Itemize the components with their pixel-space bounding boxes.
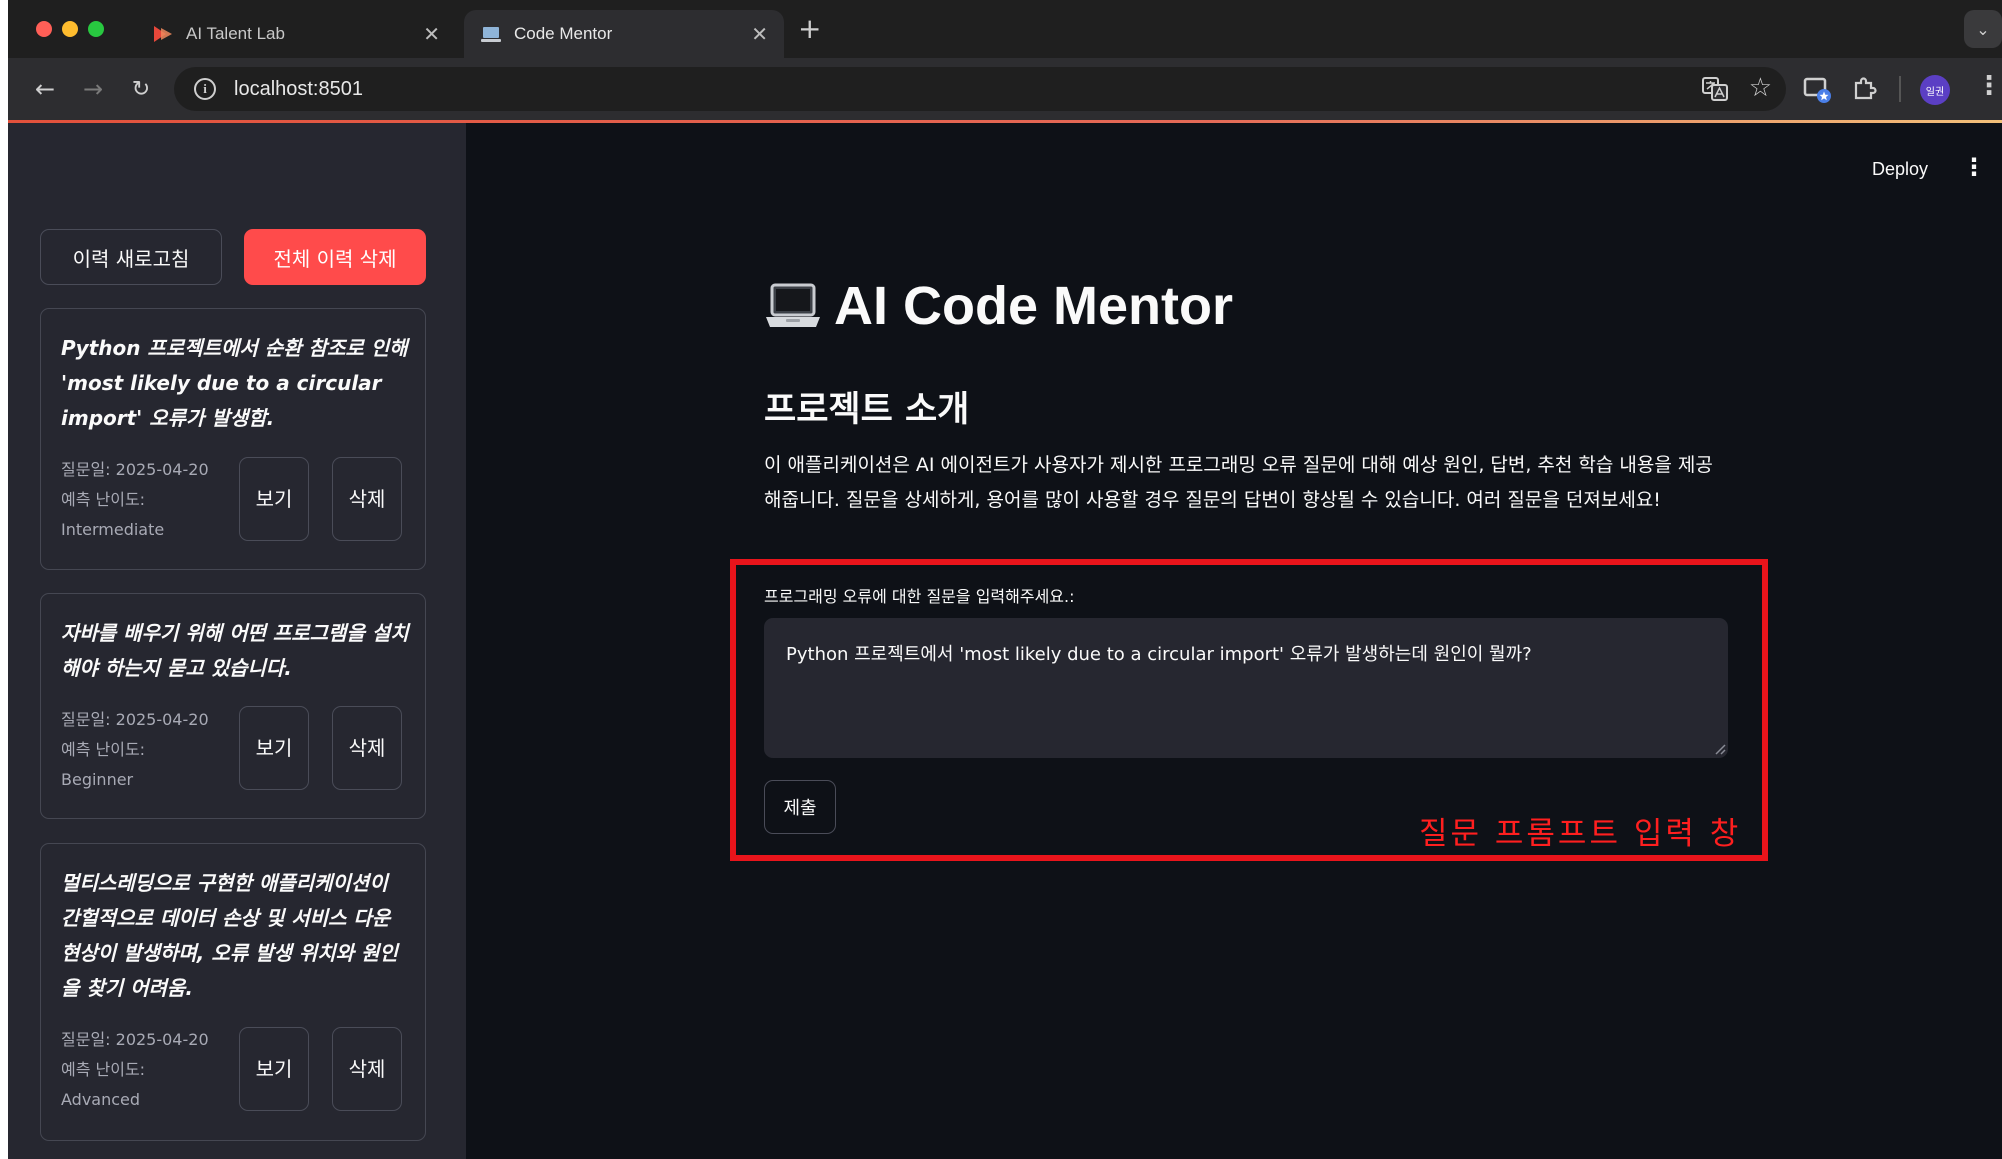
window-minimize-button[interactable]	[62, 21, 78, 37]
history-date: 질문일: 2025-04-20	[61, 710, 209, 729]
extensions-puzzle-icon[interactable]	[1850, 74, 1880, 104]
delete-button[interactable]: 삭제	[332, 1027, 402, 1111]
history-question: 멀티스레딩으로 구현한 애플리케이션이 간헐적으로 데이터 손상 및 서비스 다…	[61, 871, 398, 1000]
history-question: 자바를 배우기 위해 어떤 프로그램을 설치해야 하는지 묻고 있습니다.	[61, 621, 409, 680]
refresh-history-button[interactable]: 이력 새로고침	[40, 229, 222, 285]
intro-paragraph: 이 애플리케이션은 AI 에이전트가 사용자가 제시한 프로그래밍 오류 질문에…	[764, 454, 1713, 511]
laptop-favicon-icon	[481, 27, 501, 42]
history-difficulty-label: 예측 난이도:	[61, 1060, 146, 1079]
delete-all-history-button[interactable]: 전체 이력 삭제	[244, 229, 426, 285]
extension-cast-icon[interactable]	[1802, 74, 1832, 104]
annotation-label: 질문 프롬프트 입력 창	[1419, 816, 1742, 852]
tab-code-mentor[interactable]: Code Mentor ✕	[464, 10, 784, 58]
view-button[interactable]: 보기	[239, 1027, 309, 1111]
window-zoom-button[interactable]	[88, 21, 104, 37]
forward-arrow-icon[interactable]: →	[76, 72, 110, 106]
reload-icon[interactable]: ↻	[124, 72, 158, 106]
history-question: Python 프로젝트에서 순환 참조로 인해 'most likely due…	[61, 336, 408, 430]
back-arrow-icon[interactable]: ←	[28, 72, 62, 106]
view-button[interactable]: 보기	[239, 706, 309, 790]
tab-ai-talent-lab[interactable]: AI Talent Lab ✕	[136, 10, 456, 58]
history-difficulty: Beginner	[61, 770, 134, 789]
site-info-icon[interactable]: i	[194, 78, 216, 100]
browser-window: AI Talent Lab ✕ Code Mentor ✕ + ⌄ ← → ↻ …	[8, 0, 2002, 1159]
tab-strip: AI Talent Lab ✕ Code Mentor ✕ + ⌄	[8, 0, 2002, 58]
history-difficulty-label: 예측 난이도:	[61, 740, 146, 759]
profile-avatar[interactable]: 일권	[1920, 75, 1950, 105]
browser-toolbar: ← → ↻ i localhost:8501 ☆ 일권 ⋮	[8, 58, 2002, 120]
tab-title: AI Talent Lab	[186, 24, 285, 43]
tab-close-icon[interactable]: ✕	[751, 22, 768, 47]
history-meta: 질문일: 2025-04-20 예측 난이도: Advanced	[61, 1025, 221, 1115]
window-close-button[interactable]	[36, 21, 52, 37]
bookmark-star-icon[interactable]: ☆	[1749, 73, 1772, 103]
app-menu-kebab-icon[interactable]: ⋮	[1962, 153, 1986, 181]
browser-menu-kebab-icon[interactable]: ⋮	[1976, 71, 2002, 101]
translate-icon[interactable]	[1702, 77, 1728, 101]
history-meta: 질문일: 2025-04-20 예측 난이도: Beginner	[61, 705, 221, 795]
ai-talent-lab-favicon-icon	[154, 26, 172, 42]
history-difficulty-label: 예측 난이도:	[61, 490, 146, 509]
view-button[interactable]: 보기	[239, 457, 309, 541]
deploy-button[interactable]: Deploy	[1872, 159, 1928, 180]
history-difficulty: Intermediate	[61, 520, 165, 539]
tab-title: Code Mentor	[514, 24, 613, 43]
history-date: 질문일: 2025-04-20	[61, 1030, 209, 1049]
page-title: AI Code Mentor	[764, 275, 1233, 337]
laptop-icon	[766, 283, 820, 327]
history-card: Python 프로젝트에서 순환 참조로 인해 'most likely due…	[40, 308, 426, 570]
history-card: 자바를 배우기 위해 어떤 프로그램을 설치해야 하는지 묻고 있습니다. 질문…	[40, 593, 426, 819]
address-bar[interactable]: i localhost:8501 ☆	[174, 67, 1786, 111]
new-tab-plus-icon[interactable]: +	[798, 12, 821, 45]
sidebar: 이력 새로고침 전체 이력 삭제 Python 프로젝트에서 순환 참조로 인해…	[8, 123, 466, 1159]
history-date: 질문일: 2025-04-20	[61, 460, 209, 479]
delete-button[interactable]: 삭제	[332, 706, 402, 790]
tab-search-chevron-icon[interactable]: ⌄	[1964, 10, 2002, 48]
delete-button[interactable]: 삭제	[332, 457, 402, 541]
history-difficulty: Advanced	[61, 1090, 141, 1109]
url-text[interactable]: localhost:8501	[234, 78, 363, 101]
history-card: 멀티스레딩으로 구현한 애플리케이션이 간헐적으로 데이터 손상 및 서비스 다…	[40, 843, 426, 1141]
section-heading: 프로젝트 소개	[764, 390, 970, 430]
main-content: Deploy ⋮ AI Code Mentor 프로젝트 소개 이 애플리케이션…	[466, 123, 2002, 1159]
tab-close-icon[interactable]: ✕	[423, 22, 440, 47]
history-meta: 질문일: 2025-04-20 예측 난이도: Intermediate	[61, 455, 221, 545]
toolbar-divider	[1899, 76, 1901, 102]
page-title-text: AI Code Mentor	[834, 276, 1233, 336]
